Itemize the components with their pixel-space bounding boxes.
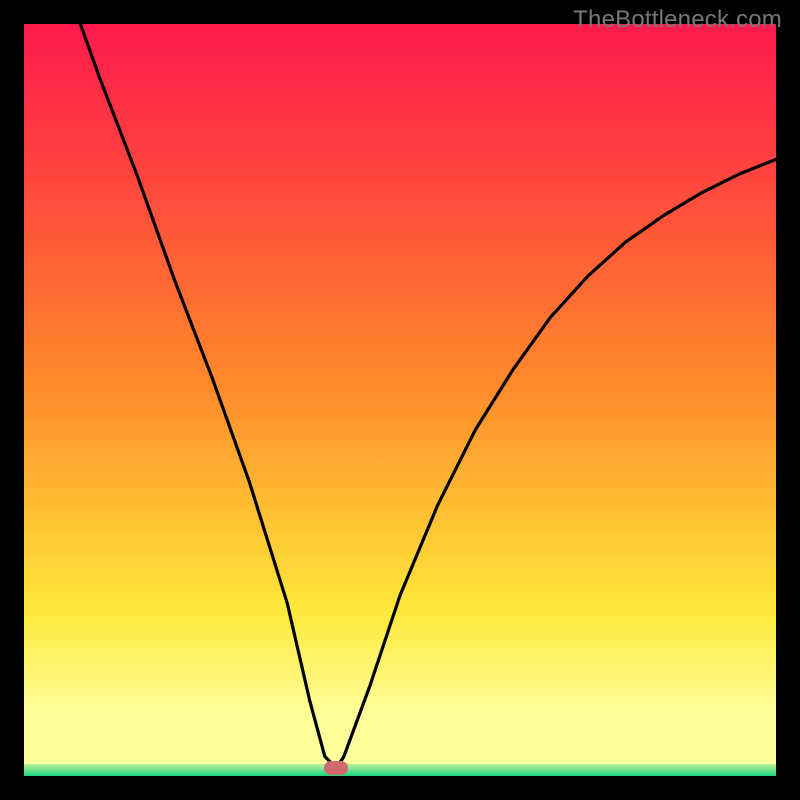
optimal-marker <box>324 761 348 775</box>
bottleneck-curve-path <box>80 24 776 768</box>
plot-area <box>24 24 776 776</box>
watermark-text: TheBottleneck.com <box>573 6 782 34</box>
curve-layer <box>24 24 776 776</box>
chart-canvas: TheBottleneck.com <box>0 0 800 800</box>
